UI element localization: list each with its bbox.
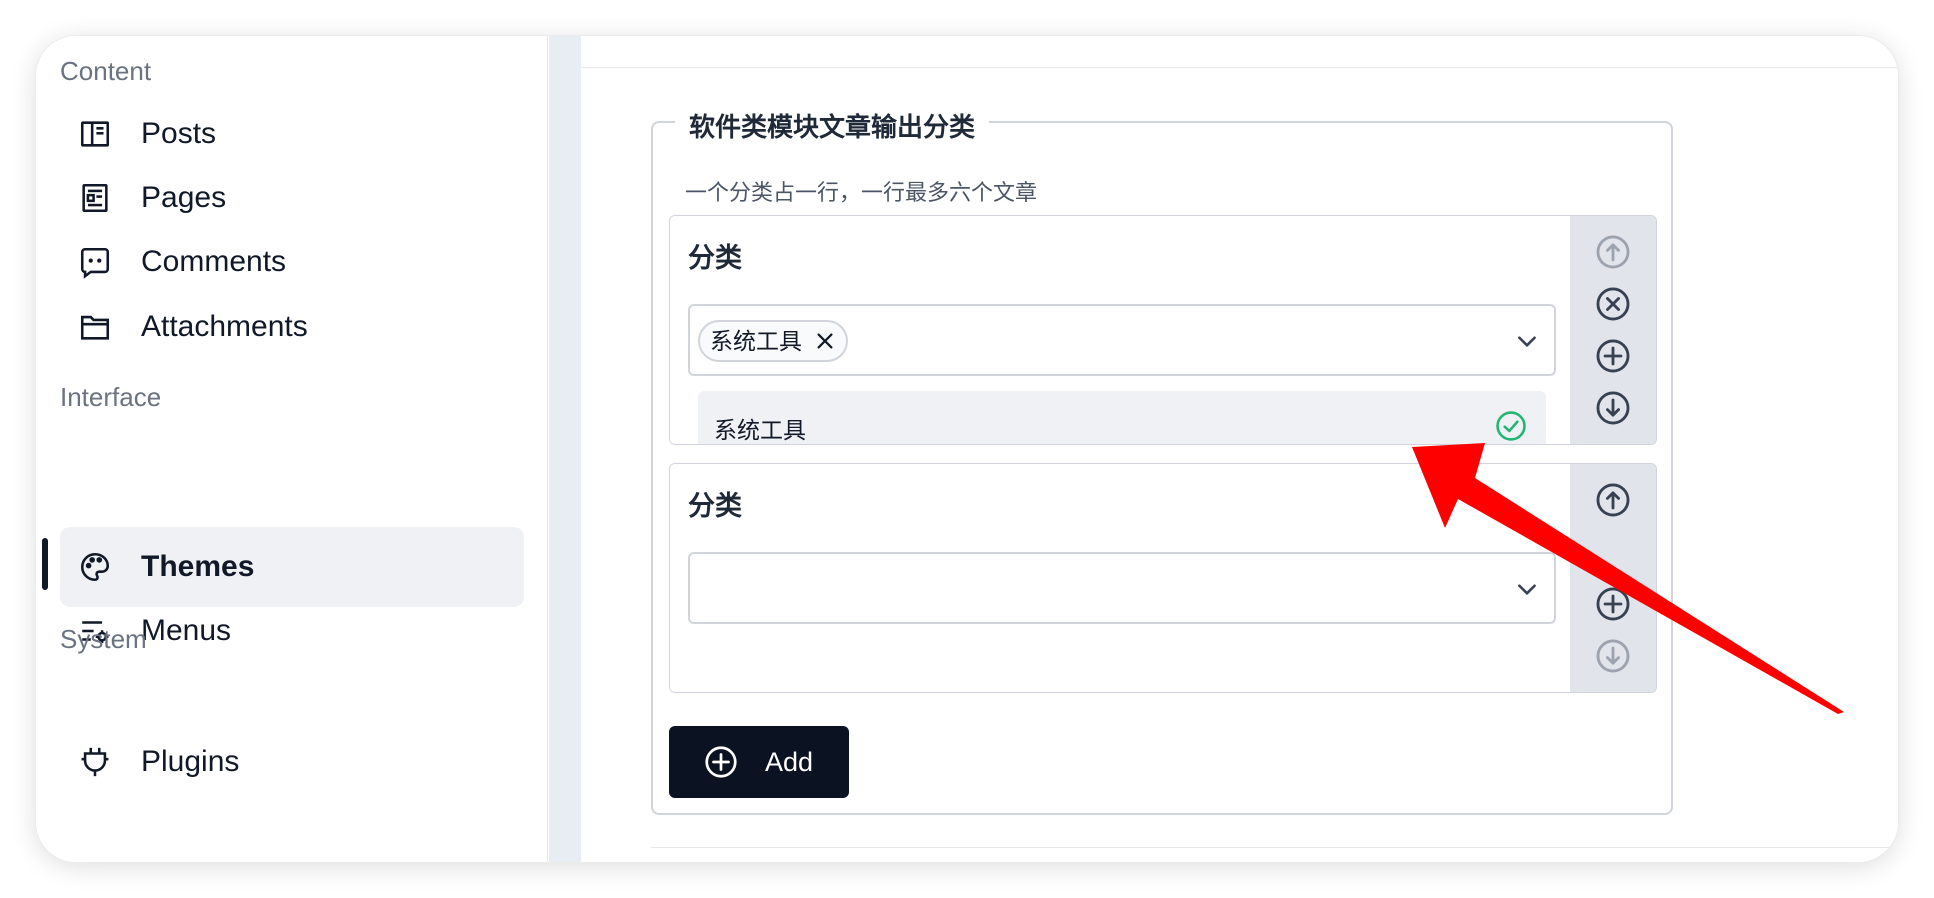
sidebar-item-label: Attachments <box>141 310 308 343</box>
sidebar-item-label: Themes <box>141 550 255 583</box>
active-indicator <box>42 538 48 590</box>
divider <box>651 847 1898 848</box>
chevron-down-icon[interactable] <box>1514 576 1540 602</box>
remove-item-icon[interactable] <box>1594 285 1632 323</box>
move-up-icon[interactable] <box>1594 481 1632 519</box>
palette-icon <box>78 550 112 584</box>
add-button-label: Add <box>765 747 814 777</box>
category-fieldset: 软件类模块文章输出分类 一个分类占一行，一行最多六个文章 分类 系统工具 系统工… <box>651 107 1673 815</box>
attachments-icon <box>78 310 112 344</box>
sidebar-item-attachments[interactable]: Attachments <box>60 287 524 367</box>
main-content: 软件类模块文章输出分类 一个分类占一行，一行最多六个文章 分类 系统工具 系统工… <box>581 36 1898 862</box>
fieldset-help: 一个分类占一行，一行最多六个文章 <box>685 180 1038 205</box>
sidebar-item-label: Pages <box>141 181 227 214</box>
category-select[interactable] <box>688 552 1556 624</box>
sidebar-item-label: Menus <box>141 614 232 647</box>
move-up-icon[interactable] <box>1594 233 1632 271</box>
option-label: 系统工具 <box>714 417 806 443</box>
add-item-icon[interactable] <box>1594 585 1632 623</box>
sidebar-item-label: Comments <box>141 245 287 278</box>
field-label: 分类 <box>688 491 742 521</box>
category-select[interactable]: 系统工具 <box>688 304 1556 376</box>
repeater-actions <box>1570 216 1656 444</box>
pages-icon <box>78 181 112 215</box>
field-label: 分类 <box>688 243 742 273</box>
posts-icon <box>78 117 112 151</box>
sidebar: Content Posts Pages Comments Attachments <box>36 36 548 862</box>
sidebar-item-label: Plugins <box>141 745 240 778</box>
plus-circle-icon <box>703 744 739 780</box>
repeater-item: 分类 系统工具 系统工具 <box>669 215 1657 445</box>
chevron-down-icon[interactable] <box>1514 328 1540 354</box>
repeater-body: 分类 系统工具 系统工具 <box>670 216 1570 444</box>
selected-tag: 系统工具 <box>698 320 848 362</box>
add-item-icon[interactable] <box>1594 337 1632 375</box>
repeater-item: 分类 <box>669 463 1657 693</box>
sidebar-item-plugins[interactable]: Plugins <box>60 722 524 802</box>
fieldset-legend: 软件类模块文章输出分类 <box>675 107 990 144</box>
section-label-content: Content <box>60 56 152 86</box>
remove-tag-icon[interactable] <box>814 330 836 352</box>
app-window: Content Posts Pages Comments Attachments <box>36 36 1898 862</box>
sidebar-item-label: Posts <box>141 117 217 150</box>
move-down-icon[interactable] <box>1594 389 1632 427</box>
repeater-body: 分类 <box>670 464 1570 692</box>
check-circle-icon <box>1494 409 1528 443</box>
layout-gutter <box>549 36 581 862</box>
section-label-interface: Interface <box>60 382 162 412</box>
dropdown-option[interactable]: 系统工具 <box>698 391 1546 444</box>
plug-icon <box>78 745 112 779</box>
comments-icon <box>78 245 112 279</box>
repeater-actions <box>1570 464 1656 692</box>
section-label-system: System <box>60 624 147 654</box>
tag-label: 系统工具 <box>710 328 802 354</box>
add-button[interactable]: Add <box>669 726 849 798</box>
move-down-icon[interactable] <box>1594 637 1632 675</box>
divider <box>581 67 1898 68</box>
